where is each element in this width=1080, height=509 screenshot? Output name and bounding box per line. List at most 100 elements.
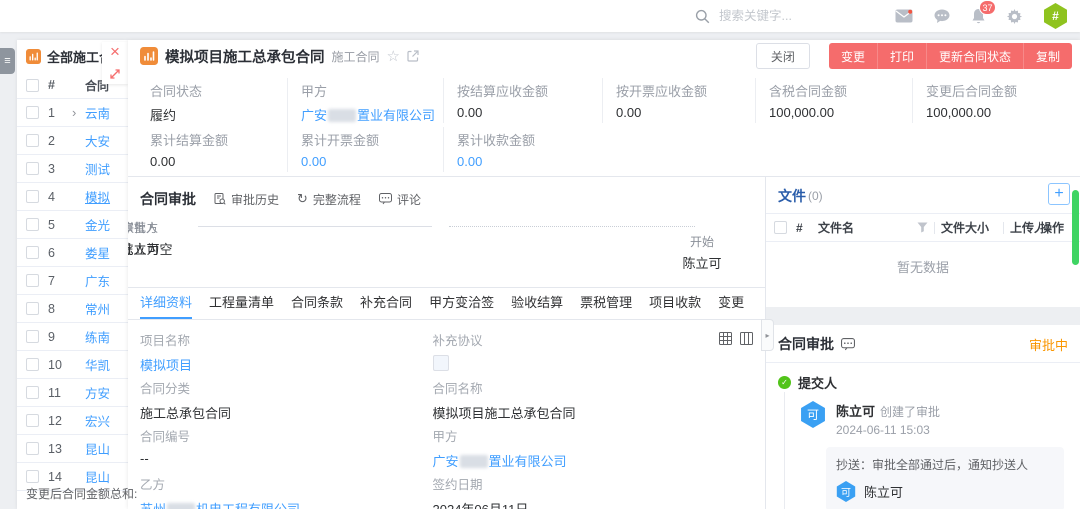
row-checkbox[interactable]: [26, 106, 39, 119]
row-checkbox[interactable]: [26, 134, 39, 147]
row-index: 10: [48, 358, 72, 372]
files-panel: 文件 (0) + # 文件名 文件大小 上传人: [766, 177, 1080, 307]
select-all-checkbox[interactable]: [26, 79, 39, 92]
tab[interactable]: 详细资料: [140, 288, 192, 319]
search-input[interactable]: [717, 8, 871, 24]
filter-funnel-icon[interactable]: [917, 222, 928, 233]
bell-icon[interactable]: 37: [971, 8, 986, 24]
row-checkbox[interactable]: [26, 302, 39, 315]
contract-link[interactable]: 测试: [85, 159, 128, 178]
contract-link[interactable]: 昆山: [85, 467, 128, 486]
summary-field: 合同状态 履约: [150, 78, 287, 127]
row-checkbox[interactable]: [26, 246, 39, 259]
update-status-button[interactable]: 更新合同状态: [926, 43, 1023, 69]
contract-link[interactable]: 方安: [85, 383, 128, 402]
value-text-suffix: 置业有限公司: [357, 108, 435, 123]
contract-link[interactable]: 常州: [85, 299, 128, 318]
field-value[interactable]: 100,000.00: [769, 105, 908, 120]
field-value[interactable]: 0.00: [301, 154, 439, 169]
field-value[interactable]: 广安置业有限公司: [433, 451, 726, 470]
tab[interactable]: 合同条款: [291, 288, 343, 319]
field-value[interactable]: 模拟项目: [140, 355, 433, 374]
row-index: 4: [48, 190, 72, 204]
check-circle-icon: [778, 376, 791, 389]
tab[interactable]: 项目收款: [649, 288, 701, 319]
comment-button[interactable]: 评论: [379, 191, 421, 208]
field-label: 甲方: [433, 426, 726, 445]
side-panel-collapse-handle[interactable]: ▸: [761, 319, 774, 351]
contract-link[interactable]: 广东: [85, 271, 128, 290]
value-text: 广安: [301, 108, 327, 123]
user-avatar[interactable]: #: [1043, 3, 1068, 29]
row-checkbox[interactable]: [26, 330, 39, 343]
tab[interactable]: 票税管理: [580, 288, 632, 319]
field-value[interactable]: 0.00: [150, 154, 283, 169]
approval-history-button[interactable]: 审批历史: [214, 191, 279, 208]
field-value[interactable]: 苏州机电工程有限公司: [140, 499, 433, 509]
list-item: 9 练南: [17, 323, 128, 351]
change-button[interactable]: 变更: [829, 43, 877, 69]
scrollbar-thumb[interactable]: [1072, 190, 1079, 265]
field-value[interactable]: 2024年06月11日: [433, 499, 726, 509]
field-value[interactable]: [433, 355, 726, 374]
add-file-button[interactable]: +: [1048, 183, 1070, 205]
contract-link[interactable]: 大安: [85, 131, 128, 150]
expand-window-icon[interactable]: [109, 64, 121, 84]
field-value[interactable]: --: [140, 451, 433, 466]
contract-link[interactable]: 金光: [85, 215, 128, 234]
submitter-section-label: 提交人: [798, 373, 837, 392]
field-value[interactable]: 100,000.00: [926, 105, 1076, 120]
contract-link[interactable]: 云南: [85, 103, 128, 122]
field-value[interactable]: 广安 置业有限公司: [301, 105, 439, 124]
files-select-all-checkbox[interactable]: [774, 221, 787, 234]
tab[interactable]: 甲方变洽签: [429, 288, 494, 319]
tab[interactable]: 验收结算: [511, 288, 563, 319]
full-flow-button[interactable]: ↻ 完整流程: [297, 191, 361, 208]
tab[interactable]: 工程量清单: [209, 288, 274, 319]
row-checkbox[interactable]: [26, 218, 39, 231]
field-value[interactable]: 0.00: [616, 105, 751, 120]
contract-link[interactable]: 模拟: [85, 187, 128, 206]
print-button[interactable]: 打印: [877, 43, 926, 69]
field-value[interactable]: 0.00: [457, 154, 598, 169]
contract-link[interactable]: 宏兴: [85, 411, 128, 430]
sidebar-toggle-handle[interactable]: ≡: [0, 48, 15, 74]
field-label: 变更后合同金额: [926, 81, 1076, 100]
row-checkbox[interactable]: [26, 162, 39, 175]
field-value[interactable]: 模拟项目施工总承包合同: [433, 403, 726, 422]
copy-button[interactable]: 复制: [1023, 43, 1072, 69]
approval-flow-title: 合同审批: [140, 189, 196, 209]
list-item: 1 云南: [17, 99, 128, 127]
chevron-right-icon[interactable]: [72, 105, 85, 120]
redacted-blur: [460, 455, 488, 468]
external-link-icon[interactable]: [407, 50, 419, 62]
approval-timeline: 开始 陈立可 审批人 陈立可 联营方 审批人为空: [140, 219, 765, 285]
contract-link[interactable]: 华凯: [85, 355, 128, 374]
field-value[interactable]: 0.00: [457, 105, 598, 120]
field-label: 项目名称: [140, 330, 433, 349]
field-value[interactable]: 施工总承包合同: [140, 403, 433, 422]
row-checkbox[interactable]: [26, 470, 39, 483]
mail-icon[interactable]: [895, 9, 913, 23]
gear-icon[interactable]: [1007, 9, 1022, 24]
comment-icon[interactable]: [841, 338, 855, 351]
row-checkbox[interactable]: [26, 386, 39, 399]
grid-view-icon[interactable]: [719, 332, 732, 345]
form-field: 合同分类 施工总承包合同: [140, 378, 433, 426]
close-window-icon[interactable]: ×: [110, 42, 120, 64]
row-checkbox[interactable]: [26, 442, 39, 455]
chat-icon[interactable]: [934, 9, 950, 24]
tab[interactable]: 补充合同: [360, 288, 412, 319]
row-checkbox[interactable]: [26, 274, 39, 287]
tab[interactable]: 变更: [718, 288, 744, 319]
favorite-star-icon[interactable]: ☆: [387, 49, 400, 64]
close-button[interactable]: 关闭: [756, 43, 810, 69]
field-value[interactable]: 履约: [150, 105, 283, 124]
column-view-icon[interactable]: [740, 332, 753, 345]
contract-link[interactable]: 娄星: [85, 243, 128, 262]
row-checkbox[interactable]: [26, 358, 39, 371]
contract-link[interactable]: 昆山: [85, 439, 128, 458]
row-checkbox[interactable]: [26, 414, 39, 427]
contract-link[interactable]: 练南: [85, 327, 128, 346]
row-checkbox[interactable]: [26, 190, 39, 203]
